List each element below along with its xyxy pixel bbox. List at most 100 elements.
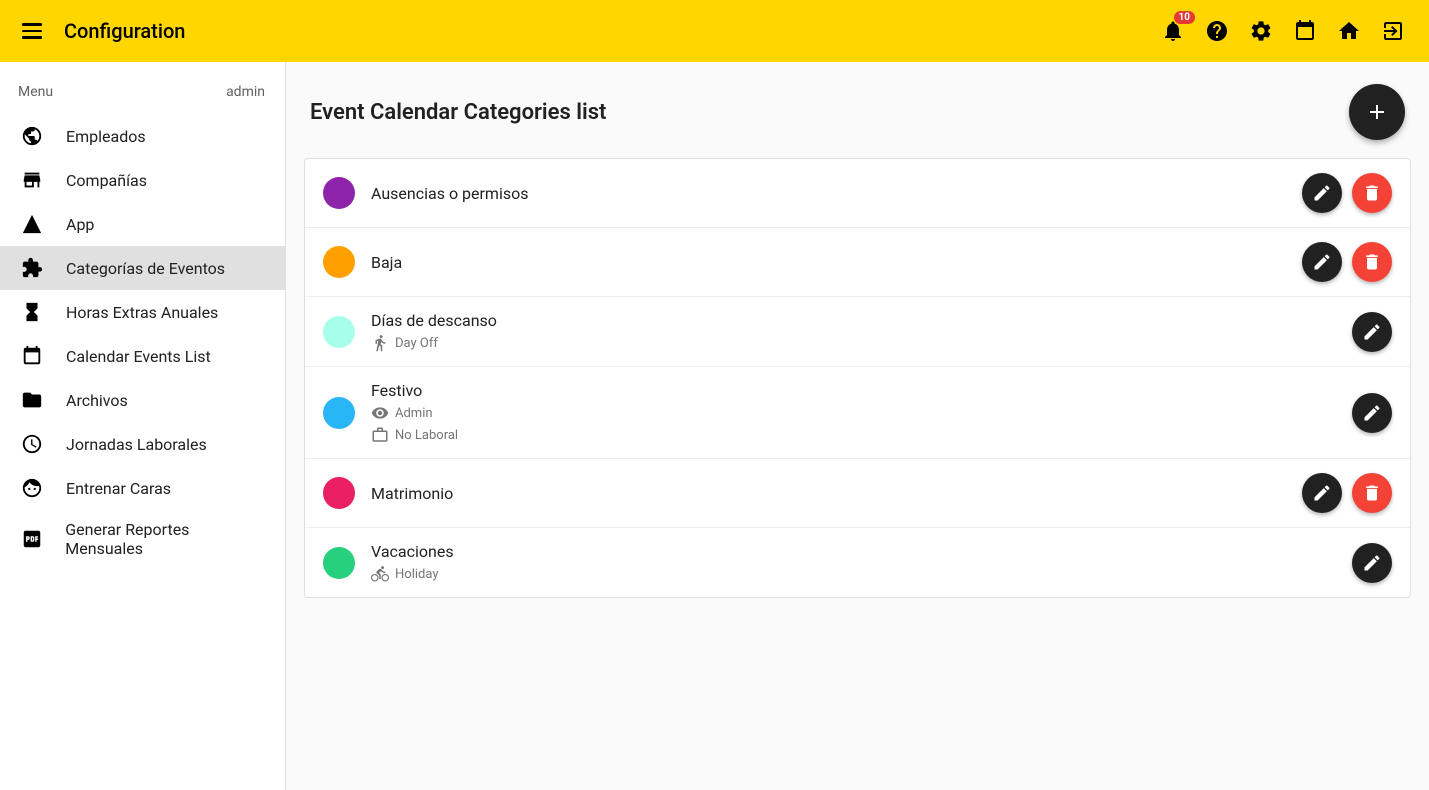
topbar: Configuration 10 (0, 0, 1429, 62)
main-header: Event Calendar Categories list (304, 84, 1411, 140)
sidebar-item-4[interactable]: Horas Extras Anuales (0, 290, 285, 334)
delete-button[interactable] (1352, 473, 1392, 513)
edit-button[interactable] (1352, 543, 1392, 583)
row-actions (1352, 543, 1392, 583)
bike-icon (371, 565, 389, 583)
category-name: Matrimonio (371, 484, 1286, 503)
sidebar-item-3[interactable]: Categorías de Eventos (0, 246, 285, 290)
meta-label: Holiday (395, 567, 438, 582)
store-icon (20, 168, 44, 192)
folder-icon (20, 388, 44, 412)
pencil-icon (1312, 183, 1332, 203)
sidebar-item-1[interactable]: Compañías (0, 158, 285, 202)
face-icon (20, 476, 44, 500)
color-dot (323, 177, 355, 209)
topbar-right: 10 (1159, 17, 1407, 45)
sidebar-item-6[interactable]: Archivos (0, 378, 285, 422)
sidebar: Menu admin Empleados Compañías AppCategorí… (0, 62, 286, 790)
delete-button[interactable] (1352, 242, 1392, 282)
sidebar-item-7[interactable]: Jornadas Laborales (0, 422, 285, 466)
row-actions (1352, 393, 1392, 433)
plus-icon (1365, 100, 1389, 124)
user-label: admin (226, 84, 265, 100)
edit-button[interactable] (1352, 393, 1392, 433)
add-category-button[interactable] (1349, 84, 1405, 140)
sidebar-item-label: Entrenar Caras (66, 479, 171, 498)
sidebar-item-9[interactable]: Generar Reportes Mensuales (0, 510, 285, 568)
sidebar-item-8[interactable]: Entrenar Caras (0, 466, 285, 510)
sidebar-header: Menu admin (0, 78, 285, 114)
hourglass-icon (20, 300, 44, 324)
logout-button[interactable] (1379, 17, 1407, 45)
home-icon (1337, 19, 1361, 43)
menu-label: Menu (18, 84, 53, 100)
edit-button[interactable] (1302, 473, 1342, 513)
category-name: Días de descanso (371, 311, 1336, 330)
main-title: Event Calendar Categories list (310, 100, 606, 125)
category-content: Baja (371, 253, 1286, 272)
calendar-icon (20, 344, 44, 368)
category-content: Vacaciones Holiday (371, 542, 1336, 583)
category-content: Días de descanso Day Off (371, 311, 1336, 352)
main-content: Event Calendar Categories list Ausencias… (286, 62, 1429, 790)
pdf-icon (20, 527, 43, 551)
category-list: Ausencias o permisos Baja Días de descanso… (304, 158, 1411, 598)
meta-label: No Laboral (395, 428, 458, 443)
calendar-icon (1293, 19, 1317, 43)
sidebar-item-2[interactable]: App (0, 202, 285, 246)
edit-button[interactable] (1352, 312, 1392, 352)
logout-icon (1381, 19, 1405, 43)
eye-icon (371, 404, 389, 422)
sidebar-item-label: Horas Extras Anuales (66, 303, 218, 322)
home-button[interactable] (1335, 17, 1363, 45)
pencil-icon (1362, 403, 1382, 423)
help-icon (1205, 19, 1229, 43)
trash-icon (1362, 483, 1382, 503)
category-name: Vacaciones (371, 542, 1336, 561)
category-row: Ausencias o permisos (305, 159, 1410, 228)
color-dot (323, 547, 355, 579)
edit-button[interactable] (1302, 173, 1342, 213)
pencil-icon (1312, 252, 1332, 272)
category-content: FestivoAdminNo Laboral (371, 381, 1336, 444)
row-actions (1302, 242, 1392, 282)
category-content: Matrimonio (371, 484, 1286, 503)
menu-toggle[interactable] (22, 19, 46, 43)
globe-icon (20, 124, 44, 148)
sidebar-item-0[interactable]: Empleados (0, 114, 285, 158)
ext-icon (20, 256, 44, 280)
category-content: Ausencias o permisos (371, 184, 1286, 203)
sidebar-item-label: Empleados (66, 127, 146, 146)
category-row: Matrimonio (305, 459, 1410, 528)
pencil-icon (1362, 553, 1382, 573)
delete-button[interactable] (1352, 173, 1392, 213)
topbar-left: Configuration (22, 19, 185, 43)
settings-button[interactable] (1247, 17, 1275, 45)
notifications-button[interactable]: 10 (1159, 17, 1187, 45)
sidebar-item-label: Archivos (66, 391, 128, 410)
gear-icon (1249, 19, 1273, 43)
row-actions (1352, 312, 1392, 352)
edit-button[interactable] (1302, 242, 1342, 282)
row-actions (1302, 473, 1392, 513)
sidebar-item-5[interactable]: Calendar Events List (0, 334, 285, 378)
sidebar-item-label: Jornadas Laborales (66, 435, 207, 454)
calendar-button[interactable] (1291, 17, 1319, 45)
category-meta: Day Off (371, 334, 1336, 352)
trash-icon (1362, 252, 1382, 272)
category-row: FestivoAdminNo Laboral (305, 367, 1410, 459)
pencil-icon (1312, 483, 1332, 503)
row-actions (1302, 173, 1392, 213)
color-dot (323, 397, 355, 429)
signal-icon (20, 212, 44, 236)
category-meta: Holiday (371, 565, 1336, 583)
color-dot (323, 246, 355, 278)
help-button[interactable] (1203, 17, 1231, 45)
sidebar-item-label: Generar Reportes Mensuales (65, 520, 265, 558)
category-row: Vacaciones Holiday (305, 528, 1410, 597)
pencil-icon (1362, 322, 1382, 342)
color-dot (323, 316, 355, 348)
sidebar-item-label: Compañías (66, 171, 147, 190)
color-dot (323, 477, 355, 509)
sidebar-item-label: Calendar Events List (66, 347, 211, 366)
